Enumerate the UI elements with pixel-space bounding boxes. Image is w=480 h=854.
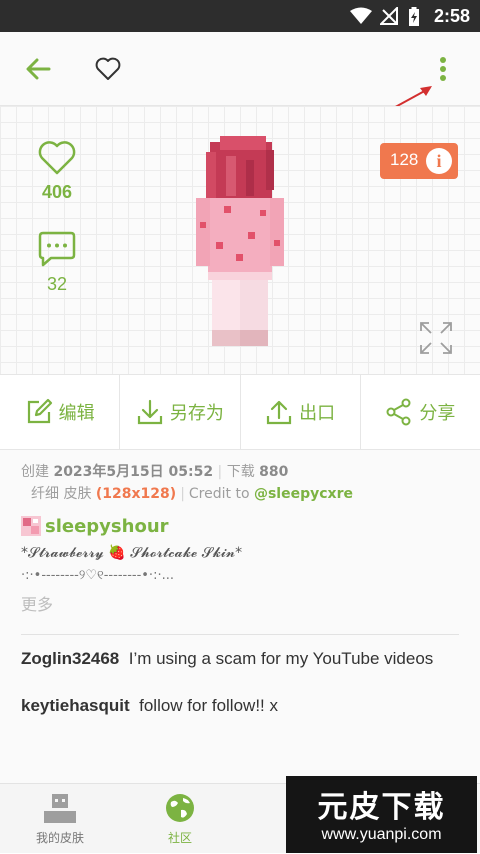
back-button[interactable] xyxy=(8,32,68,106)
description-line-1: *𝓢𝓽𝓻𝓪𝔀𝓫𝓮𝓻𝓻𝔂 🍓 𝓢𝓱𝓸𝓻𝓽𝓬𝓪𝓴𝓮 𝓢𝓴𝓲𝓷* xyxy=(21,545,243,561)
downloads-value: 880 xyxy=(259,464,289,480)
edit-icon xyxy=(27,398,52,424)
resolution-badge[interactable]: 128 i xyxy=(380,143,458,179)
action-bar: 编辑 另存为 出口 分享 xyxy=(0,374,480,450)
comments-stat[interactable]: 32 xyxy=(26,230,88,295)
favorite-button[interactable] xyxy=(78,32,138,106)
save-as-button[interactable]: 另存为 xyxy=(120,375,241,449)
status-bar: 2:58 xyxy=(0,0,480,32)
watermark-url: www.yuanpi.com xyxy=(321,826,442,843)
comment-text: follow for follow!! x xyxy=(139,696,278,715)
tab-community-label: 社区 xyxy=(167,831,192,845)
likes-stat[interactable]: 406 xyxy=(26,140,88,203)
description-line-2: ·:·•--------୨♡୧--------•·:·... xyxy=(21,568,174,583)
skin-type-line: 纤细 皮肤 (128x128) | Credit to @sleepycxre xyxy=(31,483,353,503)
heart-outline-icon xyxy=(38,141,76,175)
meta-separator-2: | xyxy=(180,486,185,502)
export-button-label: 出口 xyxy=(299,403,336,424)
fullscreen-icon[interactable] xyxy=(418,320,454,356)
downloads-label: 下载 xyxy=(226,464,255,480)
wifi-icon xyxy=(350,7,372,24)
resolution-badge-text: 128 xyxy=(390,150,419,169)
more-vert-icon xyxy=(440,57,446,81)
no-signal-icon xyxy=(380,7,398,25)
skin-meta-line: 创建 2023年5月15日 05:52 | 下载 880 xyxy=(21,461,288,481)
credit-label: Credit to xyxy=(188,486,250,502)
comments-count: 32 xyxy=(46,274,68,294)
avatar xyxy=(21,516,41,536)
skin-model xyxy=(196,136,284,346)
globe-icon xyxy=(166,794,194,822)
likes-count: 406 xyxy=(41,182,73,202)
created-label: 创建 xyxy=(21,464,49,480)
share-icon xyxy=(386,398,411,426)
watermark-title: 元皮下载 xyxy=(317,790,446,825)
skin-preview[interactable]: 406 32 128 i xyxy=(0,106,480,374)
author-name[interactable]: sleepyshour xyxy=(45,516,169,537)
download-icon xyxy=(137,399,162,425)
show-more-link[interactable]: 更多 xyxy=(21,591,53,615)
my-skins-icon xyxy=(44,794,76,823)
edit-button-label: 编辑 xyxy=(58,403,95,424)
credit-user-link[interactable]: @sleepycxre xyxy=(254,486,353,502)
comment-user[interactable]: keytiehasquit xyxy=(21,696,130,715)
created-value: 2023年5月15日 05:52 xyxy=(53,464,214,480)
export-button[interactable]: 出口 xyxy=(241,375,361,449)
meta-separator: | xyxy=(217,464,223,480)
heart-outline-icon xyxy=(95,57,121,80)
tab-my-skins-label: 我的皮肤 xyxy=(35,831,84,845)
comment-text: I’m using a scam for my YouTube videos xyxy=(128,649,434,668)
tab-community[interactable]: 社区 xyxy=(120,784,240,854)
tab-my-skins[interactable]: 我的皮肤 xyxy=(0,784,120,854)
share-button[interactable]: 分享 xyxy=(361,375,480,449)
author-row[interactable]: sleepyshour xyxy=(21,514,169,538)
back-arrow-icon xyxy=(26,58,51,80)
comment-item[interactable]: Zoglin32468 I’m using a scam for my YouT… xyxy=(21,648,461,670)
comment-bubble-icon xyxy=(38,231,76,267)
upload-icon xyxy=(267,400,292,425)
divider xyxy=(21,634,459,635)
edit-button[interactable]: 编辑 xyxy=(0,375,121,449)
battery-charging-icon xyxy=(409,7,419,26)
save-as-button-label: 另存为 xyxy=(169,403,224,424)
comment-user[interactable]: Zoglin32468 xyxy=(21,649,119,668)
skin-type: 纤细 皮肤 xyxy=(31,486,92,502)
comment-item[interactable]: keytiehasquit follow for follow!! x xyxy=(21,695,461,717)
status-time: 2:58 xyxy=(433,6,470,26)
watermark-logo: 元皮下载 www.yuanpi.com xyxy=(286,776,477,853)
share-button-label: 分享 xyxy=(419,403,456,424)
info-icon: i xyxy=(426,148,452,174)
skin-dimensions: (128x128) xyxy=(95,486,177,502)
